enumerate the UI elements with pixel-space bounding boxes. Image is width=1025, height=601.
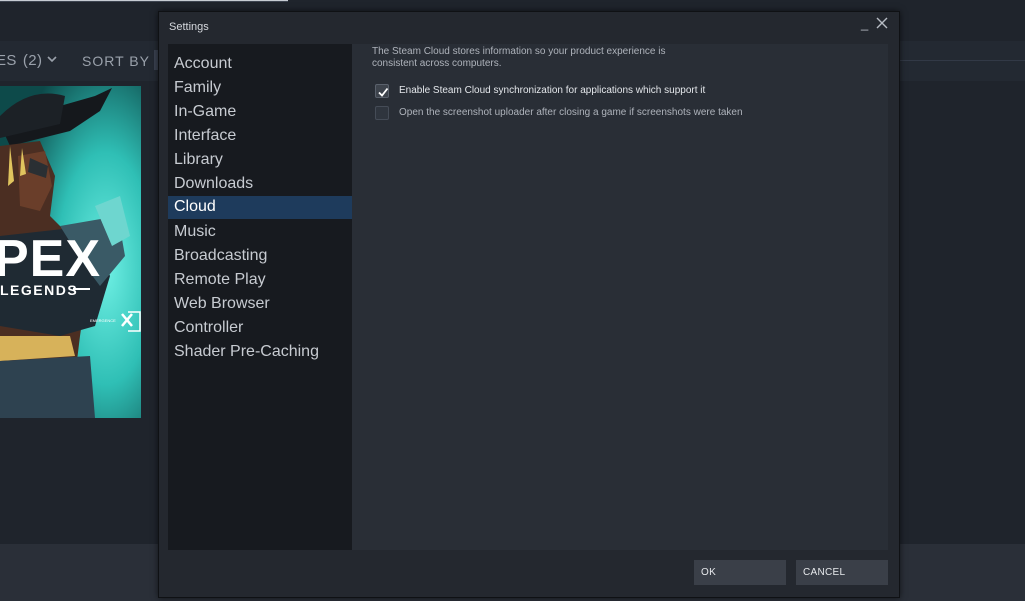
close-icon[interactable] [876,17,888,29]
game-logo-subtitle: LEGENDS [0,282,78,298]
checkmark-icon [378,87,389,97]
minimize-button[interactable]: _ [861,16,868,31]
cloud-description: The Steam Cloud stores information so yo… [372,46,712,70]
sidebar-item-web-browser[interactable]: Web Browser [168,293,352,316]
publisher-label: EMERGENCE [90,318,116,323]
header-divider [897,60,1025,61]
game-cover-art[interactable]: PEX LEGENDS EMERGENCE [0,86,141,418]
sidebar-item-account[interactable]: Account [168,53,352,76]
cloud-description-line-2: consistent across computers. [372,58,502,69]
ok-button[interactable]: OK [694,560,786,585]
sidebar-item-cloud[interactable]: Cloud [168,196,352,219]
top-strip-highlight [0,0,288,1]
game-logo-title: PEX [0,230,101,288]
cloud-settings-panel: The Steam Cloud stores information so yo… [352,44,888,550]
games-collection-label[interactable]: ES (2) [0,52,42,69]
sidebar-item-interface[interactable]: Interface [168,125,352,148]
screenshot-uploader-label: Open the screenshot uploader after closi… [399,107,743,118]
sidebar-item-family[interactable]: Family [168,77,352,100]
chevron-down-icon[interactable] [47,54,57,64]
sidebar-item-remote-play[interactable]: Remote Play [168,269,352,292]
games-count: (2) [22,52,43,69]
enable-cloud-sync-checkbox[interactable] [375,84,389,98]
enable-cloud-sync-label: Enable Steam Cloud synchronization for a… [399,85,706,96]
sidebar-item-downloads[interactable]: Downloads [168,173,352,196]
screenshot-uploader-checkbox[interactable] [375,106,389,120]
settings-dialog: Settings _ Account Family In-Game Interf… [158,11,900,598]
settings-sidebar: Account Family In-Game Interface Library… [168,44,352,550]
dialog-title: Settings [169,21,209,33]
games-label: ES [0,52,17,69]
sidebar-item-library[interactable]: Library [168,149,352,172]
sidebar-item-controller[interactable]: Controller [168,317,352,340]
cancel-button[interactable]: CANCEL [796,560,888,585]
sidebar-item-music[interactable]: Music [168,221,352,244]
sidebar-item-broadcasting[interactable]: Broadcasting [168,245,352,268]
sidebar-item-in-game[interactable]: In-Game [168,101,352,124]
sort-by-label: SORT BY [82,53,150,69]
sidebar-item-shader-pre-caching[interactable]: Shader Pre-Caching [168,341,352,364]
cloud-description-line-1: The Steam Cloud stores information so yo… [372,46,666,57]
